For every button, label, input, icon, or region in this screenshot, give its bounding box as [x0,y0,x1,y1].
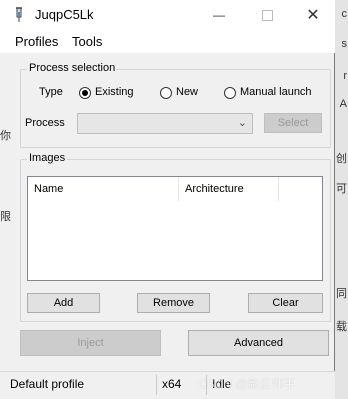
background-text: c [341,8,348,20]
radio-existing[interactable] [79,87,91,99]
column-divider[interactable] [278,177,279,201]
minimize-icon: — [213,8,225,22]
background-text: 载 [336,321,347,333]
inject-button[interactable]: Inject [20,330,161,356]
column-header-architecture[interactable]: Architecture [179,177,279,201]
status-profile: Default profile [10,377,85,391]
advanced-button[interactable]: Advanced [188,330,329,356]
background-text: 同 [336,288,347,300]
remove-button[interactable]: Remove [137,293,210,313]
background-text: A [339,98,347,110]
status-divider [156,375,157,395]
chevron-down-icon: ⌄ [237,117,247,129]
background-text: 限 [0,211,11,223]
window-title: JuqpC5Lk [35,7,94,22]
background-text: s [341,38,348,50]
app-window: JuqpC5Lk — ✕ Profiles Tools Process sele… [0,0,335,399]
add-button[interactable]: Add [27,293,100,313]
column-header-name[interactable]: Name [28,177,178,201]
background-text: r [343,70,347,82]
process-label: Process [25,117,65,129]
process-selection-group: Process selection [20,62,331,148]
background-text: 你 [0,130,11,142]
radio-manual-launch-label[interactable]: Manual launch [240,86,312,98]
clear-button[interactable]: Clear [248,293,323,313]
background-text: 可 [336,183,347,195]
radio-existing-label[interactable]: Existing [95,86,134,98]
radio-new-label[interactable]: New [176,86,198,98]
process-selection-title: Process selection [27,62,118,74]
title-bar[interactable]: JuqpC5Lk — ✕ [0,0,335,31]
status-arch: x64 [162,377,182,391]
close-button[interactable]: ✕ [290,0,336,31]
menu-tools[interactable]: Tools [72,34,102,49]
watermark-text: CSDN @影目师平 [198,377,296,391]
menu-bar: Profiles Tools [0,31,335,53]
menu-profiles[interactable]: Profiles [15,34,58,49]
minimize-button[interactable]: — [196,0,242,31]
background-window: c s r A 创 可 同 载 [335,0,348,399]
close-icon: ✕ [306,7,320,24]
select-button[interactable]: Select [264,113,322,133]
radio-manual-launch[interactable] [224,87,236,99]
syringe-icon [16,7,22,22]
maximize-icon [261,10,273,22]
images-list[interactable]: Name Architecture [27,176,323,281]
images-title: Images [27,152,68,164]
maximize-button[interactable] [244,0,290,31]
background-text: 创 [336,153,347,165]
radio-new[interactable] [160,87,172,99]
type-label: Type [39,86,63,98]
process-dropdown[interactable]: ⌄ [77,113,253,134]
